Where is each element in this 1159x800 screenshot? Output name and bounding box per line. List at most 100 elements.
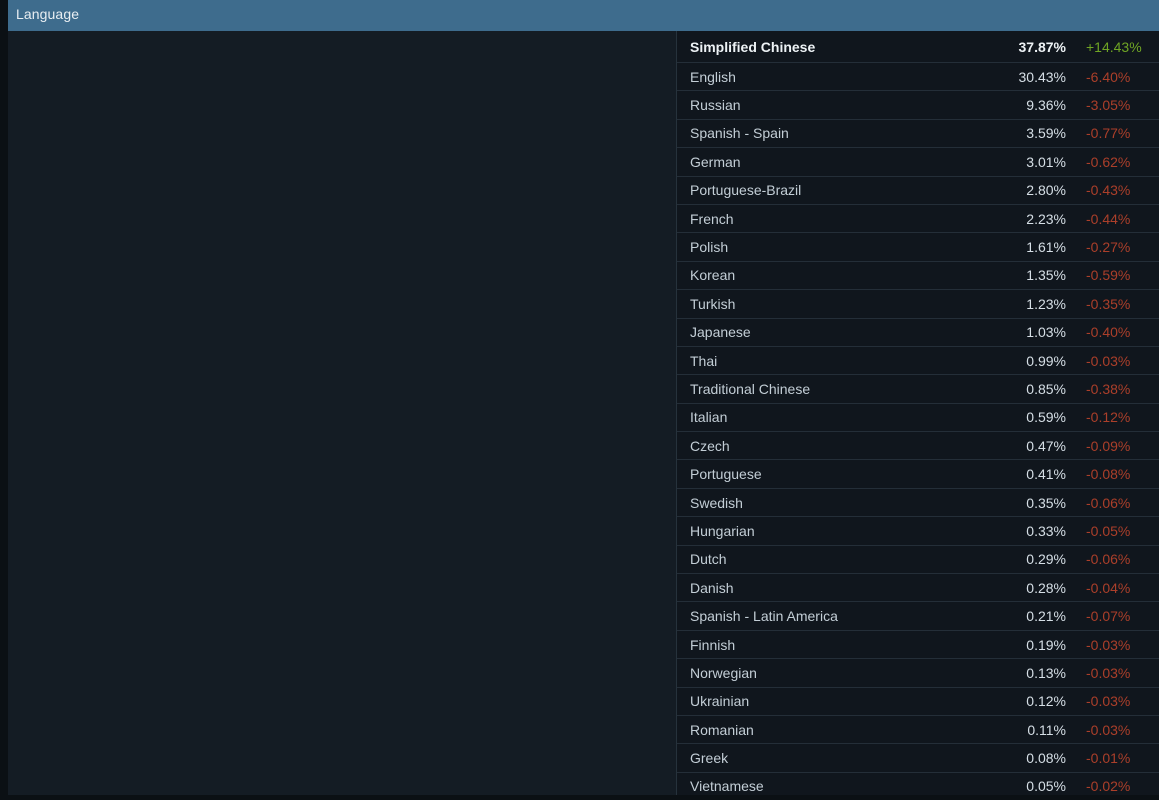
table-row[interactable]: Danish 0.28% -0.04%: [677, 573, 1159, 601]
table-row[interactable]: Traditional Chinese 0.85% -0.38%: [677, 374, 1159, 402]
language-change-percent: -0.08%: [1086, 466, 1131, 483]
language-name: Polish: [690, 239, 729, 256]
language-change-percent: -6.40%: [1086, 68, 1131, 85]
language-name: Portuguese: [690, 466, 762, 483]
language-share-percent: 0.28%: [1026, 579, 1066, 596]
language-name: Danish: [690, 579, 734, 596]
language-change-percent: -0.03%: [1086, 693, 1131, 710]
table-row[interactable]: Spanish - Latin America 0.21% -0.07%: [677, 601, 1159, 629]
table-row[interactable]: Turkish 1.23% -0.35%: [677, 289, 1159, 317]
language-change-percent: -0.62%: [1086, 153, 1131, 170]
language-change-percent: -0.09%: [1086, 437, 1131, 454]
content-area: Simplified Chinese 37.87% +14.43% English 30…: [0, 31, 1159, 795]
language-breakdown-table[interactable]: Simplified Chinese 37.87% +14.43% English 30…: [676, 31, 1159, 795]
language-name: Spanish - Spain: [690, 125, 789, 142]
language-name: Finnish: [690, 636, 736, 653]
language-share-percent: 1.35%: [1026, 267, 1066, 284]
language-name: Greek: [690, 750, 729, 767]
table-row[interactable]: Polish 1.61% -0.27%: [677, 232, 1159, 260]
language-share-percent: 0.47%: [1026, 437, 1066, 454]
language-name: Turkish: [690, 295, 736, 312]
table-row[interactable]: French 2.23% -0.44%: [677, 203, 1159, 232]
language-name: Hungarian: [690, 522, 755, 539]
table-row[interactable]: Romanian 0.11% -0.03%: [677, 714, 1159, 743]
language-share-percent: 2.80%: [1026, 182, 1066, 199]
language-change-percent: -0.27%: [1086, 239, 1131, 256]
language-share-percent: 0.12%: [1026, 693, 1066, 710]
table-row[interactable]: Spanish - Spain 3.59% -0.77%: [677, 118, 1159, 147]
table-row[interactable]: Portuguese-Brazil 2.80% -0.43%: [677, 175, 1159, 204]
language-change-percent: -0.05%: [1086, 522, 1131, 539]
table-row[interactable]: Portuguese 0.41% -0.08%: [677, 459, 1159, 487]
table-row[interactable]: Simplified Chinese 37.87% +14.43%: [677, 31, 1159, 62]
language-change-percent: -0.03%: [1086, 721, 1131, 738]
table-row[interactable]: Norwegian 0.13% -0.03%: [677, 658, 1159, 686]
table-row[interactable]: Greek 0.08% -0.01%: [677, 743, 1159, 771]
language-change-percent: -0.43%: [1086, 182, 1131, 199]
table-row[interactable]: German 3.01% -0.62%: [677, 147, 1159, 175]
language-share-percent: 0.35%: [1026, 494, 1066, 511]
language-change-percent: -0.06%: [1086, 551, 1131, 568]
section-header-bar: Language: [0, 0, 1159, 31]
language-share-percent: 0.08%: [1026, 750, 1066, 767]
table-row[interactable]: Italian 0.59% -0.12%: [677, 402, 1159, 431]
language-name: Thai: [690, 352, 718, 369]
language-name: Korean: [690, 267, 736, 284]
language-name: Simplified Chinese: [690, 38, 816, 55]
language-change-percent: -0.40%: [1086, 324, 1131, 341]
language-change-percent: -0.03%: [1086, 636, 1131, 653]
language-share-percent: 3.01%: [1026, 153, 1066, 170]
language-name: Vietnamese: [690, 778, 764, 795]
language-name: German: [690, 153, 741, 170]
table-row[interactable]: Russian 9.36% -3.05%: [677, 90, 1159, 118]
language-share-percent: 0.99%: [1026, 352, 1066, 369]
language-share-percent: 0.59%: [1026, 409, 1066, 426]
language-name: Norwegian: [690, 664, 757, 681]
language-share-percent: 0.33%: [1026, 522, 1066, 539]
language-name: Dutch: [690, 551, 727, 568]
language-share-percent: 0.13%: [1026, 664, 1066, 681]
language-share-percent: 0.21%: [1026, 608, 1066, 625]
table-row[interactable]: Vietnamese 0.05% -0.02%: [677, 771, 1159, 800]
language-change-percent: -0.03%: [1086, 664, 1131, 681]
table-row[interactable]: Korean 1.35% -0.59%: [677, 260, 1159, 289]
language-share-percent: 1.23%: [1026, 295, 1066, 312]
language-change-percent: -0.35%: [1086, 295, 1131, 312]
table-row[interactable]: Dutch 0.29% -0.06%: [677, 544, 1159, 573]
language-name: Swedish: [690, 494, 743, 511]
language-name: Spanish - Latin America: [690, 608, 838, 625]
language-share-percent: 0.85%: [1026, 380, 1066, 397]
table-row[interactable]: Swedish 0.35% -0.06%: [677, 487, 1159, 516]
language-change-percent: -0.77%: [1086, 125, 1131, 142]
language-name: Russian: [690, 97, 741, 114]
table-row[interactable]: Thai 0.99% -0.03%: [677, 345, 1159, 374]
language-stats-page: Language Simplified Chinese 37.87% +14.43%…: [0, 0, 1159, 795]
language-change-percent: -0.03%: [1086, 352, 1131, 369]
language-share-percent: 30.43%: [1018, 68, 1066, 85]
language-name: English: [690, 68, 736, 85]
language-share-percent: 0.11%: [1027, 721, 1066, 738]
table-row[interactable]: Ukrainian 0.12% -0.03%: [677, 686, 1159, 715]
table-row[interactable]: English 30.43% -6.40%: [677, 62, 1159, 90]
language-share-percent: 3.59%: [1026, 125, 1066, 142]
language-chart-panel: [8, 31, 676, 795]
language-name: Czech: [690, 437, 730, 454]
language-share-percent: 9.36%: [1026, 97, 1066, 114]
language-share-percent: 1.61%: [1026, 239, 1066, 256]
language-change-percent: -0.02%: [1086, 778, 1131, 795]
table-row[interactable]: Finnish 0.19% -0.03%: [677, 629, 1159, 658]
language-change-percent: -3.05%: [1086, 97, 1131, 114]
language-change-percent: -0.59%: [1086, 267, 1131, 284]
language-name: Italian: [690, 409, 728, 426]
table-row[interactable]: Hungarian 0.33% -0.05%: [677, 516, 1159, 544]
language-share-percent: 0.41%: [1026, 466, 1066, 483]
language-name: Traditional Chinese: [690, 380, 811, 397]
language-share-percent: 0.05%: [1026, 778, 1066, 795]
language-change-percent: +14.43%: [1086, 38, 1142, 55]
left-gutter: [0, 31, 8, 795]
language-name: Portuguese-Brazil: [690, 182, 802, 199]
table-row[interactable]: Czech 0.47% -0.09%: [677, 431, 1159, 459]
table-row[interactable]: Japanese 1.03% -0.40%: [677, 317, 1159, 346]
language-change-percent: -0.01%: [1086, 750, 1131, 767]
language-change-percent: -0.44%: [1086, 210, 1131, 227]
